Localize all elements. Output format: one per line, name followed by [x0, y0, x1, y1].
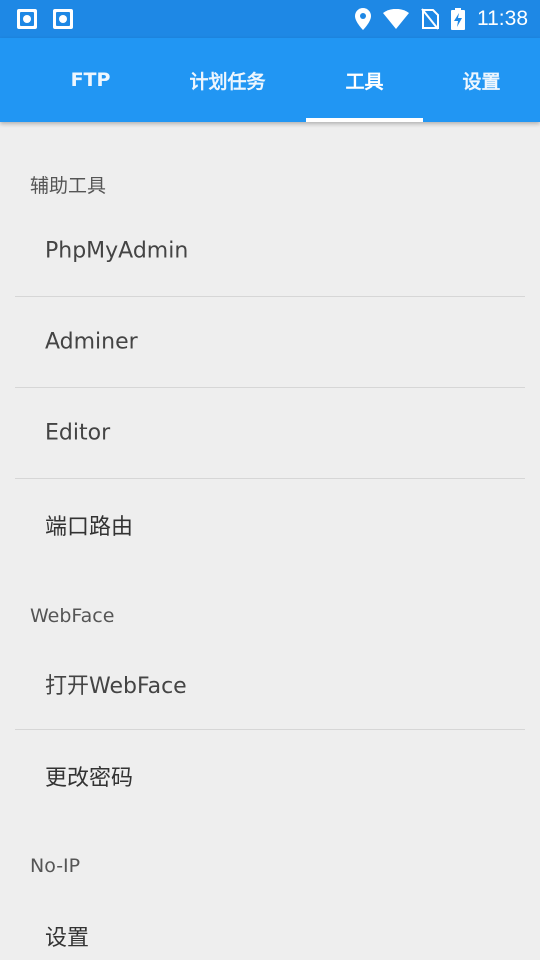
list-item-open-webface[interactable]: 打开WebFace	[15, 638, 525, 729]
list-item-no-ip-settings[interactable]: 设置	[15, 890, 525, 960]
app-notification-icon	[17, 9, 37, 29]
list-item-adminer[interactable]: Adminer	[15, 296, 525, 387]
item-label: Adminer	[45, 329, 138, 354]
item-label: 设置	[45, 925, 90, 951]
tools-preference-list[interactable]: 辅助工具 PhpMyAdmin Adminer Editor 端口路由 WebF…	[0, 122, 540, 960]
tab-ftp[interactable]: FTP	[32, 38, 149, 122]
tab-tools[interactable]: 工具	[306, 38, 423, 122]
list-item-phpmyadmin[interactable]: PhpMyAdmin	[15, 205, 525, 296]
status-time: 11:38	[477, 7, 528, 30]
battery-charging-icon	[451, 8, 465, 30]
item-label: 打开WebFace	[45, 673, 187, 699]
tab-settings[interactable]: 设置	[423, 38, 540, 122]
item-label: 更改密码	[45, 765, 134, 791]
tab-label: 设置	[462, 70, 501, 93]
tab-bar: FTP 计划任务 工具 设置	[0, 38, 540, 122]
item-label: Editor	[45, 420, 111, 445]
tab-scheduled-tasks[interactable]: 计划任务	[169, 38, 286, 122]
tab-label: 工具	[345, 70, 384, 93]
item-label: 端口路由	[45, 514, 134, 540]
list-item-editor[interactable]: Editor	[15, 387, 525, 478]
no-sim-icon	[421, 8, 439, 30]
tab-label: 计划任务	[189, 70, 266, 93]
location-icon	[355, 8, 371, 30]
section-header-aux-tools: 辅助工具	[30, 175, 107, 197]
app-notification-icon	[53, 9, 73, 29]
section-header-webface: WebFace	[30, 605, 115, 627]
section-header-no-ip: No-IP	[30, 855, 81, 877]
wifi-icon	[383, 9, 409, 29]
tab-label: FTP	[70, 69, 111, 91]
tab-indicator	[306, 118, 423, 122]
status-bar: 11:38	[0, 0, 540, 38]
item-label: PhpMyAdmin	[45, 238, 189, 263]
list-item-change-password[interactable]: 更改密码	[15, 730, 525, 821]
list-item-port-routing[interactable]: 端口路由	[15, 479, 525, 570]
